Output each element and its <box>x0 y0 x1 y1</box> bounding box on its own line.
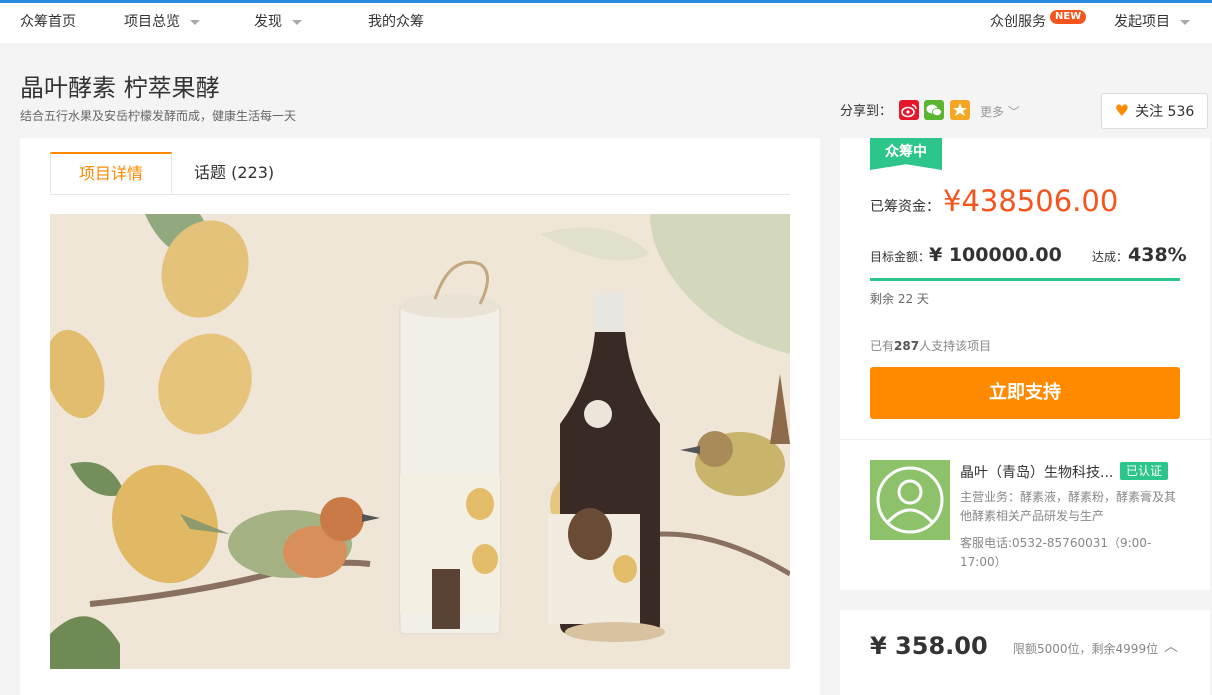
reach-value: 438% <box>1128 244 1187 266</box>
chevron-down-icon <box>190 19 200 25</box>
company-phone: 客服电话:0532-85760031（9:00-17:00） <box>960 536 1152 569</box>
chevron-down-icon: ﹀ <box>1007 105 1020 119</box>
target-label: 目标金额： <box>870 250 931 264</box>
company-business: 主营业务：酵素液，酵素粉，酵素膏及其他酵素相关产品研发与生产 <box>960 490 1177 523</box>
nav-services-label: 众创服务 <box>990 14 1046 30</box>
reward-price: ¥ 358.00 <box>870 632 988 660</box>
share-more[interactable]: 更多 ﹀ <box>980 102 1020 122</box>
chevron-down-icon <box>292 19 302 25</box>
chevron-up-icon[interactable]: ︿ <box>1164 636 1178 656</box>
nav-launch-label: 发起项目 <box>1114 14 1170 30</box>
company-name[interactable]: 晶叶（青岛）生物科技... <box>960 462 1120 482</box>
wechat-icon[interactable] <box>924 100 944 120</box>
verified-badge: 已认证 <box>1120 462 1169 480</box>
tab-bar: 项目详情 话题 (223) <box>50 152 790 195</box>
nav-launch[interactable]: 发起项目 <box>1114 3 1190 43</box>
supporters-prefix: 已有 <box>870 339 895 353</box>
supporters-text: 已有287人支持该项目 <box>870 337 991 354</box>
nav-home[interactable]: 众筹首页 <box>20 3 76 43</box>
nav-my[interactable]: 我的众筹 <box>368 3 424 43</box>
chevron-down-icon <box>1180 19 1190 25</box>
avatar[interactable] <box>870 460 950 540</box>
follow-label: 关注 <box>1135 104 1164 120</box>
supporters-suffix: 人支持该项目 <box>919 339 992 353</box>
nav-discover-label: 发现 <box>254 14 282 30</box>
raised-value: ¥438506.00 <box>943 184 1119 218</box>
reward-limit: 限额5000位，剩余4999位 <box>1013 642 1159 656</box>
tab-details[interactable]: 项目详情 <box>50 152 172 193</box>
nav-overview-label: 项目总览 <box>124 14 180 30</box>
new-badge: NEW <box>1050 10 1087 24</box>
reach-label: 达成： <box>1092 250 1129 264</box>
days-remaining: 剩余 22 天 <box>870 292 929 306</box>
nav-discover[interactable]: 发现 <box>254 3 302 43</box>
nav-services[interactable]: 众创服务 NEW <box>990 3 1087 43</box>
heart-icon: ♥ <box>1114 101 1130 120</box>
follow-button[interactable]: ♥ 关注 536 <box>1101 93 1208 129</box>
page-title: 晶叶酵素 柠萃果酵 <box>20 74 220 102</box>
main-panel: 项目详情 话题 (223) <box>20 138 820 695</box>
follow-count: 536 <box>1167 104 1195 120</box>
progress-fill <box>870 278 1180 281</box>
tab-topics[interactable]: 话题 (223) <box>194 152 274 194</box>
raised-label: 已筹资金： <box>870 199 940 215</box>
share-label: 分享到： <box>840 104 893 119</box>
nav-overview[interactable]: 项目总览 <box>124 3 200 43</box>
share-more-label: 更多 <box>980 105 1005 119</box>
project-hero-image <box>50 214 790 669</box>
target-value: ¥ 100000.00 <box>929 244 1062 266</box>
funding-panel: 众筹中 已筹资金： ¥438506.00 目标金额： ¥ 100000.00 达… <box>840 138 1210 590</box>
support-now-button[interactable]: 立即支持 <box>870 367 1180 419</box>
weibo-icon[interactable] <box>899 100 919 120</box>
supporters-count: 287 <box>894 339 920 353</box>
progress-bar <box>870 278 1180 281</box>
status-badge: 众筹中 <box>870 138 942 170</box>
reward-panel: ¥ 358.00 限额5000位，剩余4999位 ︿ <box>840 610 1210 695</box>
top-nav: 众筹首页 项目总览 发现 我的众筹 众创服务 NEW 发起项目 <box>0 3 1212 43</box>
divider <box>840 439 1210 440</box>
qzone-icon[interactable] <box>950 100 970 120</box>
page-subtitle: 结合五行水果及安岳柠檬发酵而成，健康生活每一天 <box>20 109 297 123</box>
